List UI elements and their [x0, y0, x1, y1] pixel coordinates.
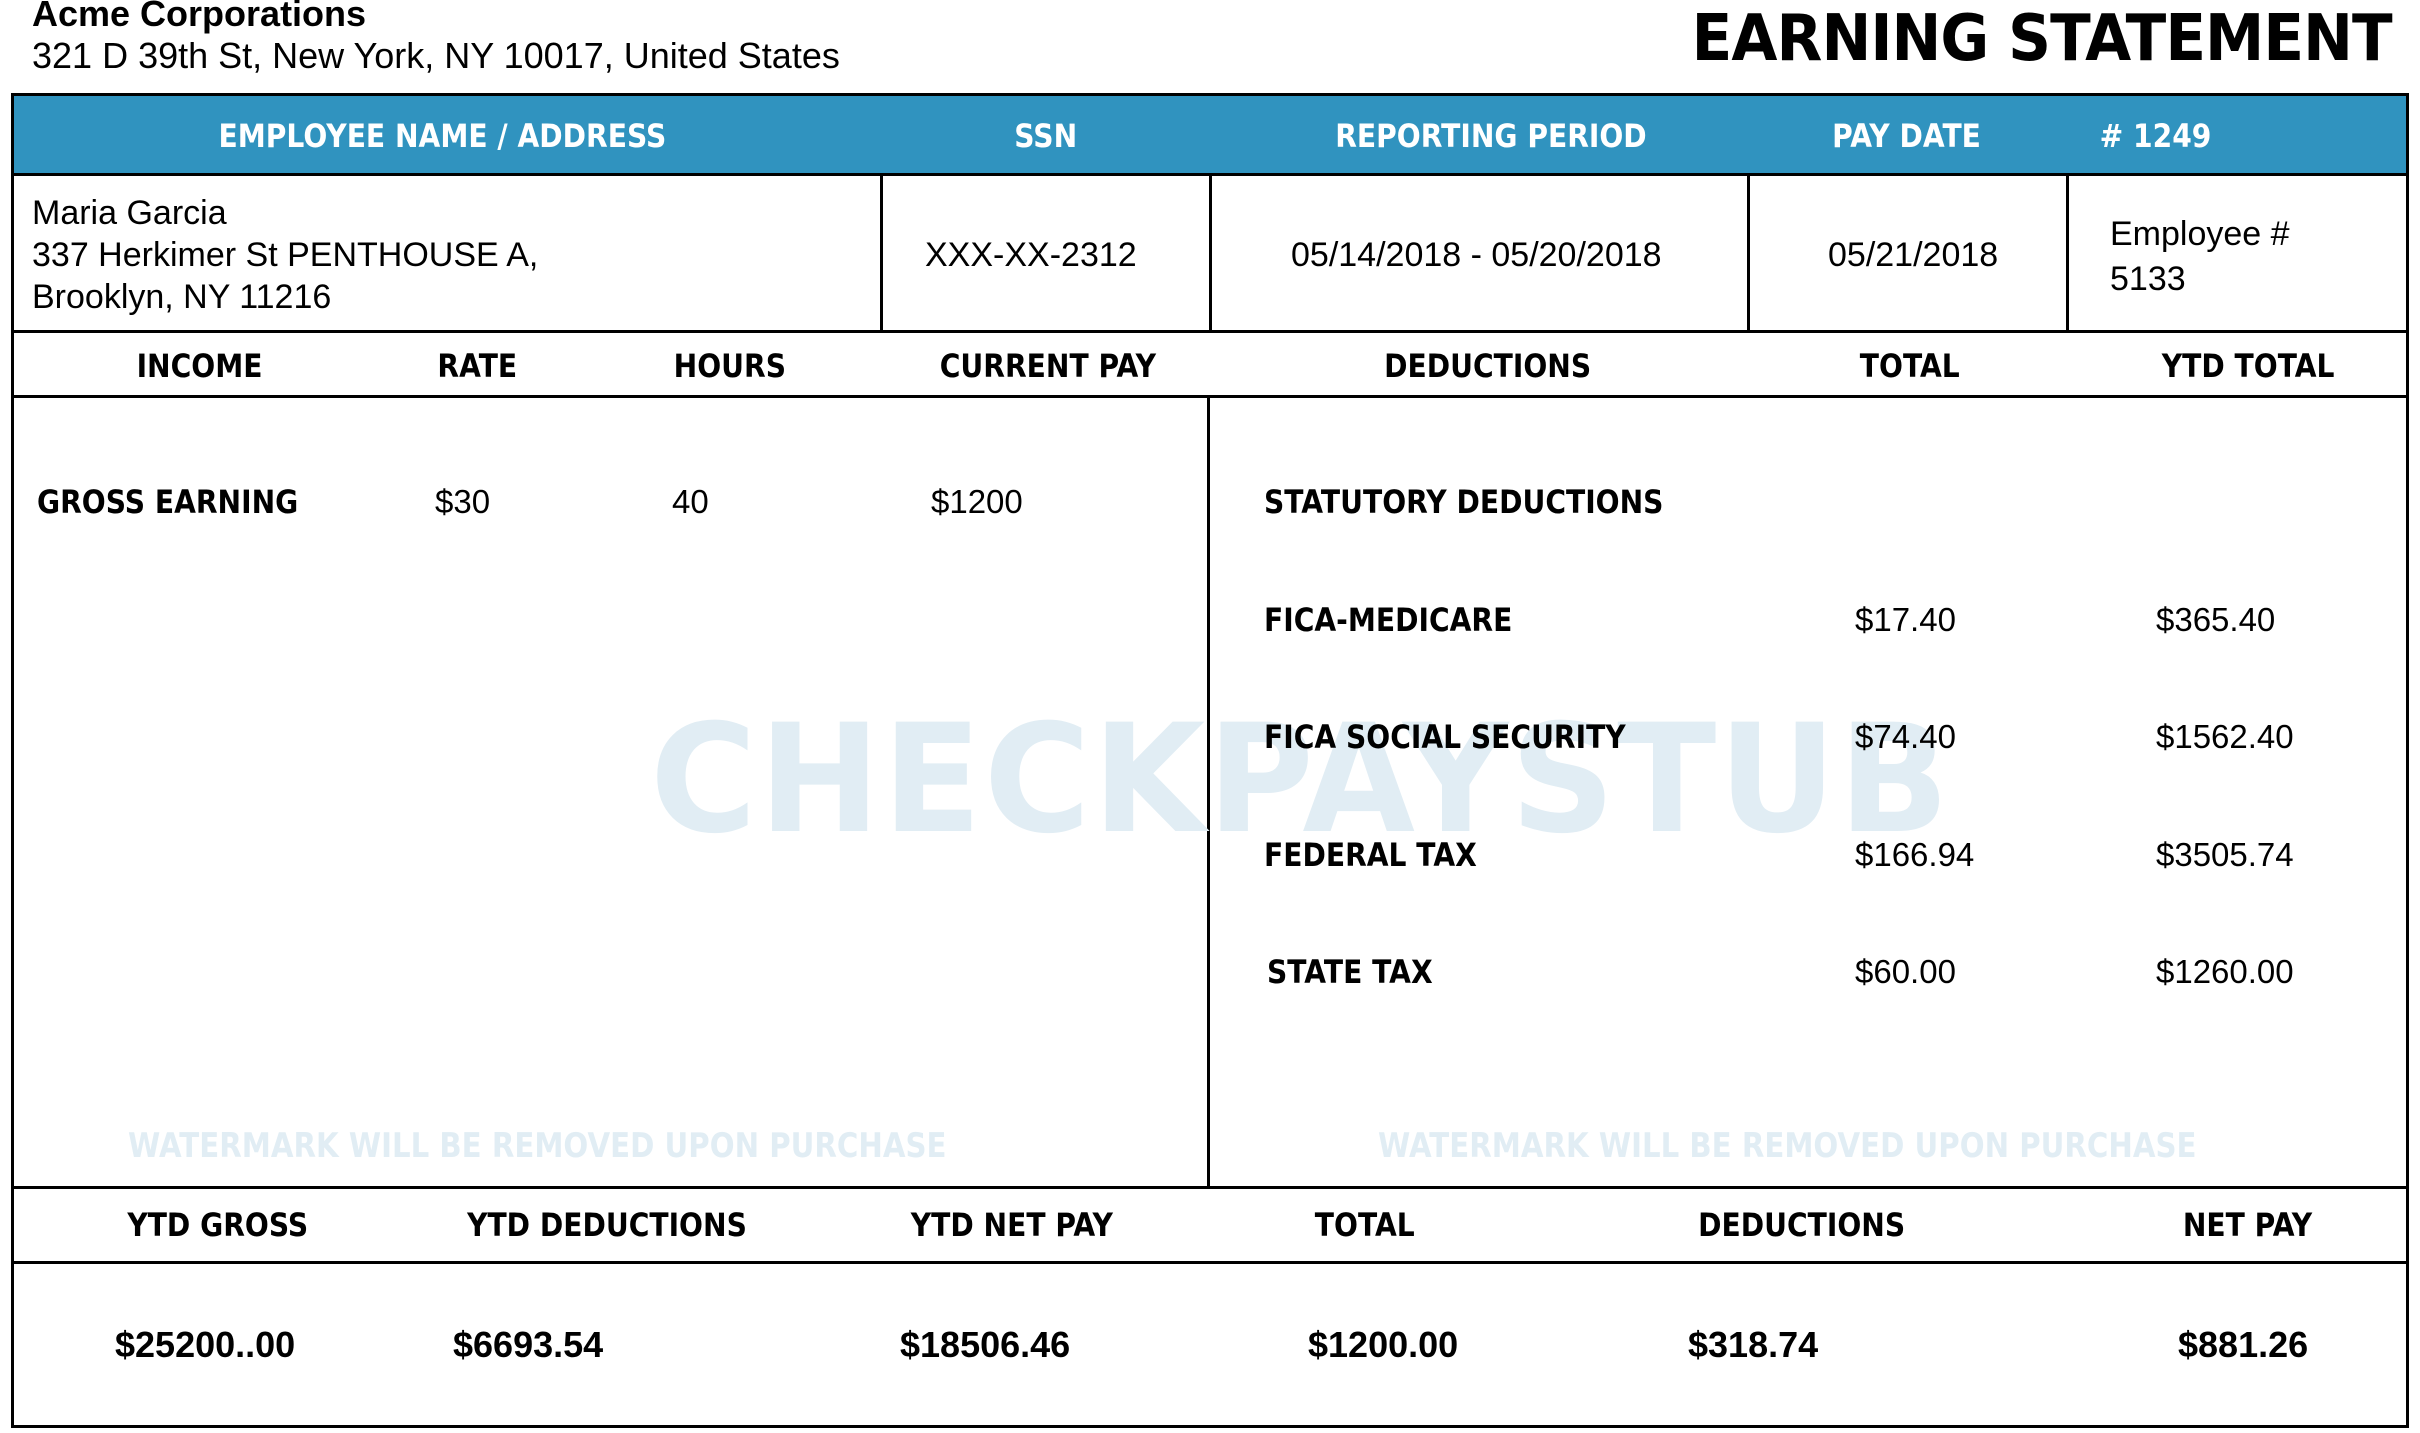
deduction-row-ytd: $1562.40 [2156, 718, 2294, 755]
divider [11, 395, 2409, 398]
deduction-row-total: $74.40 [1855, 718, 1956, 755]
deductions-value: $318.74 [1688, 1324, 1819, 1365]
deduction-row-ytd: $365.40 [2156, 601, 2276, 638]
deductions-column-header: DEDUCTIONS [1384, 347, 1592, 385]
divider [11, 1261, 2409, 1264]
divider [2066, 176, 2069, 333]
total-column-header: TOTAL [1859, 347, 1960, 385]
divider [11, 330, 2409, 333]
ytd-total-column-header: YTD TOTAL [2161, 347, 2335, 385]
ytd-deductions-label: YTD DEDUCTIONS [467, 1206, 747, 1244]
income-row-label: GROSS EARNING [37, 483, 299, 521]
current-pay-column-header: CURRENT PAY [939, 347, 1157, 385]
employee-number-label: Employee # [2110, 215, 2290, 253]
deduction-row-label: STATE TAX [1267, 953, 1433, 991]
ssn-value: XXX-XX-2312 [925, 236, 1137, 274]
income-hours: 40 [672, 483, 709, 520]
stub-number: # 1249 [2099, 117, 2212, 155]
employee-number-value: 5133 [2110, 260, 2186, 298]
divider [11, 1186, 2409, 1189]
total-value: $1200.00 [1308, 1324, 1459, 1365]
employee-name: Maria Garcia [32, 194, 227, 232]
reporting-period-header: REPORTING PERIOD [1335, 117, 1647, 155]
reporting-period-value: 05/14/2018 - 05/20/2018 [1291, 236, 1662, 274]
income-rate: $30 [435, 483, 491, 520]
pay-date-header: PAY DATE [1832, 117, 1981, 155]
ytd-net-pay-label: YTD NET PAY [910, 1206, 1113, 1244]
watermark-notice-right: WATERMARK WILL BE REMOVED UPON PURCHASE [1378, 1126, 2197, 1166]
employee-address-line2: Brooklyn, NY 11216 [32, 278, 332, 316]
ytd-net-pay-value: $18506.46 [900, 1324, 1071, 1365]
employee-address-line1: 337 Herkimer St PENTHOUSE A, [32, 236, 539, 274]
watermark-notice-left: WATERMARK WILL BE REMOVED UPON PURCHASE [128, 1126, 947, 1166]
hours-column-header: HOURS [673, 347, 786, 385]
document-title: EARNING STATEMENT [1692, 2, 2393, 76]
deduction-row-total: $60.00 [1855, 953, 1956, 990]
divider [880, 176, 883, 333]
deduction-row-label: FICA-MEDICARE [1264, 601, 1513, 639]
rate-column-header: RATE [437, 347, 518, 385]
ytd-gross-label: YTD GROSS [127, 1206, 309, 1244]
net-pay-label: NET PAY [2182, 1206, 2313, 1244]
deduction-row-total: $166.94 [1855, 836, 1975, 873]
employee-name-address-header: EMPLOYEE NAME / ADDRESS [218, 117, 667, 155]
deduction-row-total: $17.40 [1855, 601, 1956, 638]
company-address: 321 D 39th St, New York, NY 10017, Unite… [32, 35, 840, 76]
ssn-header: SSN [1014, 117, 1078, 155]
income-column-header: INCOME [136, 347, 263, 385]
divider [1209, 176, 1212, 333]
statutory-deductions-label: STATUTORY DEDUCTIONS [1264, 483, 1664, 521]
total-label: TOTAL [1314, 1206, 1415, 1244]
net-pay-value: $881.26 [2178, 1324, 2309, 1365]
company-name: Acme Corporations [32, 0, 367, 34]
pay-date-value: 05/21/2018 [1828, 236, 1999, 274]
deduction-row-label: FEDERAL TAX [1264, 836, 1477, 874]
ytd-gross-value: $25200..00 [115, 1324, 296, 1365]
deduction-row-ytd: $3505.74 [2156, 836, 2294, 873]
deduction-row-label: FICA SOCIAL SECURITY [1264, 718, 1626, 756]
ytd-deductions-value: $6693.54 [453, 1324, 604, 1365]
divider [1747, 176, 1750, 333]
deduction-row-ytd: $1260.00 [2156, 953, 2294, 990]
income-current-pay: $1200 [931, 483, 1023, 520]
deductions-label: DEDUCTIONS [1698, 1206, 1906, 1244]
